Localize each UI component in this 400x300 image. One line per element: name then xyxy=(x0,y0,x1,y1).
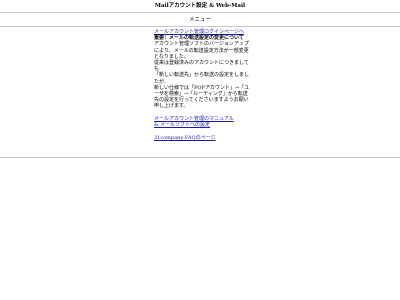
bottom-divider xyxy=(0,157,400,158)
notice-line-2: 従来は登録済みのアカウントにつきましても xyxy=(154,60,249,73)
notice-line-4: 新しい仕様では「POPアカウント」→「ユーザを検索」→「ルーティング」から転送先… xyxy=(154,84,250,110)
main-content: メールアカウント管理ログインページへ 重要：メールの転送設定の変更について アカ… xyxy=(154,29,250,141)
notice-line-3: 「新しい転送先」から転送の設定をしましたが、 xyxy=(154,72,250,85)
menu-divider xyxy=(0,26,400,27)
manual-link-line-2: & メールソフトへの設定 xyxy=(154,122,211,129)
notice-line-1: アカウント管理ソフトのバージョンアップにより、メールの転送設定方法が一部変更とな… xyxy=(154,41,249,60)
menu-heading: メニュー xyxy=(188,17,211,23)
faq-link[interactable]: 21company-FAQのページ xyxy=(154,135,215,141)
manual-link[interactable]: メールアカウント管理のマニュアル & メールソフトへの設定 xyxy=(154,116,234,128)
page-title: Mailアカウント設定 & Web-Mail xyxy=(154,3,246,9)
top-divider xyxy=(0,12,400,13)
